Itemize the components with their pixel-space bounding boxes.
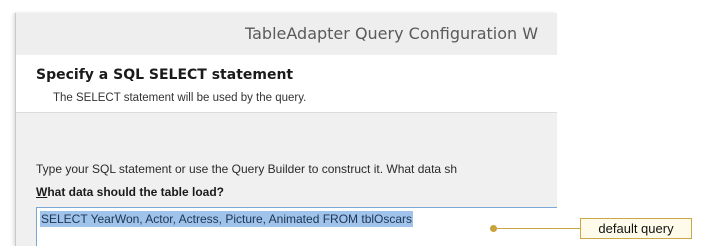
sql-field-label: What data should the table load? [36, 185, 224, 199]
wizard-header: Specify a SQL SELECT statement The SELEC… [16, 55, 557, 113]
page-heading: Specify a SQL SELECT statement [36, 67, 294, 83]
title-bar[interactable]: TableAdapter Query Configuration W [16, 13, 557, 55]
instructions-text: Type your SQL statement or use the Query… [36, 162, 458, 176]
page-subtitle: The SELECT statement will be used by the… [53, 92, 307, 104]
sql-selected-text[interactable]: SELECT YearWon, Actor, Actress, Picture,… [40, 211, 414, 227]
query-config-dialog: TableAdapter Query Configuration W Speci… [15, 13, 557, 246]
callout-leader-line [493, 228, 580, 229]
window-title: TableAdapter Query Configuration W [245, 24, 539, 43]
label-text: hat data should the table load? [47, 185, 225, 199]
label-hotkey: W [36, 185, 48, 199]
sql-statement-textarea[interactable]: SELECT YearWon, Actor, Actress, Picture,… [36, 207, 557, 246]
default-query-callout: default query [580, 218, 692, 239]
wizard-body: Type your SQL statement or use the Query… [16, 113, 557, 246]
